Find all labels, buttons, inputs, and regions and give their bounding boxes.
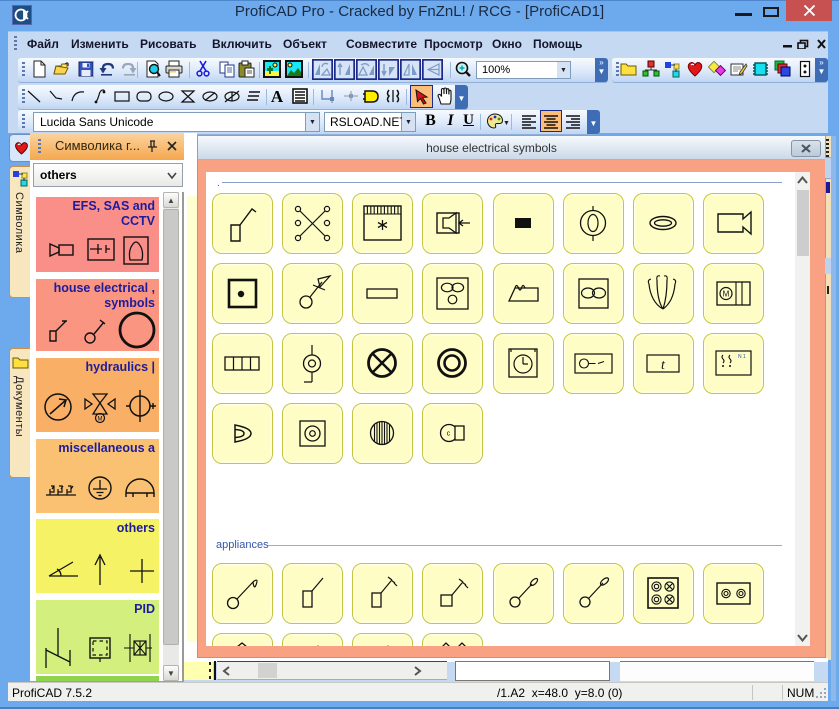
svg-text:N 1: N 1 [738,354,746,360]
svg-text:M: M [98,417,103,423]
svg-text:t: t [661,358,666,373]
svg-text:c: c [447,431,451,438]
svg-text:M: M [723,290,730,299]
